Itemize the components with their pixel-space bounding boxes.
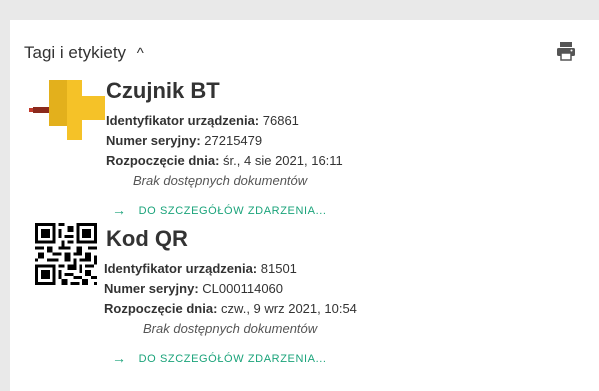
device-id-row: Identyfikator urządzenia: 81501 [104, 261, 297, 276]
no-documents-text: Brak dostępnych dokumentów [133, 173, 308, 188]
section-title: Tagi i etykiety [24, 43, 127, 62]
start-label: Rozpoczęcie dnia: [106, 153, 220, 168]
serial-row: Numer seryjny: CL000114060 [104, 281, 283, 296]
section-header[interactable]: Tagi i etykiety ^ [24, 43, 144, 63]
arrow-right-icon: → [112, 202, 127, 218]
device-id-label: Identyfikator urządzenia: [106, 113, 260, 128]
start-label: Rozpoczęcie dnia: [104, 301, 218, 316]
device-id-row: Identyfikator urządzenia: 76861 [106, 113, 299, 128]
event-details-link-label: DO SZCZEGÓŁÓW ZDARZENIA... [138, 353, 327, 365]
device-id-value: 81501 [260, 261, 297, 276]
start-value: śr., 4 sie 2021, 16:11 [223, 153, 343, 168]
arrow-right-icon: → [112, 350, 127, 366]
item-title: Kod QR [106, 226, 188, 251]
device-id-value: 76861 [262, 113, 299, 128]
item-title: Czujnik BT [106, 78, 220, 103]
bt-sensor-icon [29, 80, 105, 140]
device-id-label: Identyfikator urządzenia: [104, 261, 258, 276]
printer-icon[interactable] [555, 40, 577, 62]
start-row: Rozpoczęcie dnia: czw., 9 wrz 2021, 10:5… [104, 301, 357, 316]
qr-code-icon [35, 223, 97, 285]
serial-value: CL000114060 [202, 281, 284, 296]
serial-row: Numer seryjny: 27215479 [106, 133, 262, 148]
start-value: czw., 9 wrz 2021, 10:54 [221, 301, 357, 316]
serial-label: Numer seryjny: [106, 133, 201, 148]
event-details-link[interactable]: → DO SZCZEGÓŁÓW ZDARZENIA... [112, 349, 327, 366]
no-documents-text: Brak dostępnych dokumentów [143, 321, 318, 336]
chevron-up-icon[interactable]: ^ [137, 45, 144, 62]
event-details-link-label: DO SZCZEGÓŁÓW ZDARZENIA... [138, 205, 327, 217]
event-details-link[interactable]: → DO SZCZEGÓŁÓW ZDARZENIA... [112, 201, 327, 218]
serial-value: 27215479 [204, 133, 263, 148]
serial-label: Numer seryjny: [104, 281, 199, 296]
start-row: Rozpoczęcie dnia: śr., 4 sie 2021, 16:11 [106, 153, 343, 168]
